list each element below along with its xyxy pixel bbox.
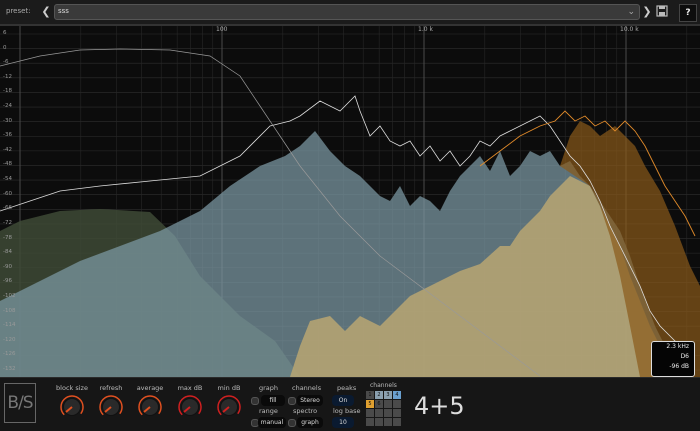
y-tick-label: -66 [3,205,12,212]
channel-cell[interactable] [366,418,374,426]
channel-cell[interactable] [393,409,401,417]
knob-dial-icon [99,395,123,419]
y-tick-label: -84 [3,249,12,256]
y-tick-label: -24 [3,103,12,110]
knob-dial-icon [138,395,162,419]
channel-cell[interactable]: 1 [366,391,374,399]
y-tick-label: -90 [3,263,12,270]
x-tick-label: 100 [216,26,228,33]
channel-cell[interactable] [384,409,392,417]
logbase-button[interactable]: 10 [332,417,354,428]
y-tick-label: -126 [3,351,16,358]
chevron-down-icon: ⌄ [627,7,635,17]
y-tick-label: -108 [3,307,16,314]
preset-label: preset: [6,7,31,15]
channel-cell[interactable] [393,400,401,408]
logo: B/S [4,383,36,423]
y-tick-label: -78 [3,234,12,241]
channel-cell[interactable]: 3 [384,391,392,399]
channel-cell[interactable] [384,418,392,426]
spectro-button[interactable]: graph [297,417,323,428]
readout-level: -96 dB [669,363,689,370]
logbase-label: log base [333,407,361,415]
y-tick-label: -132 [3,366,16,372]
channel-grid-label: channels [370,382,397,389]
prev-preset-button[interactable]: ❮ [40,4,52,20]
y-tick-label: -12 [3,73,12,80]
spectro-led [288,419,296,427]
knob-dial-icon [60,395,84,419]
channels-led [288,397,296,405]
y-tick-label: -60 [3,190,12,197]
y-tick-label: -48 [3,161,12,168]
peaks-label: peaks [337,384,357,392]
knob-label: average [136,384,164,392]
spectrum-graph [0,26,700,377]
spectro-label: spectro [293,407,318,415]
peaks-button[interactable]: On [332,395,354,406]
knob-refresh[interactable]: refresh [93,384,129,430]
channel-cell[interactable] [393,418,401,426]
cursor-readout: 2.3 kHz D6 -96 dB [651,341,695,377]
y-tick-label: -30 [3,117,12,124]
y-tick-label: 6 [3,30,7,36]
knob-dial-icon [178,395,202,419]
y-tick-label: 0 [3,44,7,51]
channels-label: channels [292,384,322,392]
knob-label: min dB [217,384,241,392]
knob-average[interactable]: average [132,384,168,430]
knob-label: block size [56,384,88,392]
preset-select[interactable]: sss ⌄ [54,4,640,20]
y-tick-label: -120 [3,336,16,343]
y-tick-label: -72 [3,219,12,226]
channel-cell[interactable] [366,409,374,417]
x-tick-label: 1.0 k [418,26,433,33]
knob-min-dB[interactable]: min dB [211,384,247,430]
preset-value: sss [58,7,69,15]
y-tick-label: -18 [3,88,12,95]
y-tick-label: -6 [3,59,9,66]
range-button[interactable]: manual [258,417,286,428]
y-tick-label: -102 [3,292,16,299]
y-tick-label: -54 [3,176,12,183]
graph-button[interactable]: fill [261,395,285,406]
channel-cell[interactable]: 4 [393,391,401,399]
graph-label: graph [259,384,279,392]
help-button[interactable]: ? [679,4,697,22]
channel-grid: 1234 56 [366,391,404,429]
knob-label: refresh [99,384,123,392]
readout-frequency: 2.3 kHz [666,343,689,350]
channel-cell[interactable]: 6 [375,400,383,408]
knob-max-dB[interactable]: max dB [172,384,208,430]
next-preset-button[interactable]: ❯ [641,4,653,20]
top-bar: preset: ❮ sss ⌄ ❯ ? [0,0,700,24]
spectrum-plot[interactable]: 6 0 -6 -12 -18 -24 -30 -36 -42 -48 -54 -60 -66 -72 -78… [0,26,700,377]
knob-label: max dB [177,384,203,392]
y-tick-label: -114 [3,322,16,329]
channel-cell[interactable] [375,409,383,417]
channel-cell[interactable] [375,418,383,426]
graph-led [251,397,259,405]
y-tick-label: -36 [3,132,12,139]
control-panel: B/S block size refresh average max dB min dB… [0,377,700,431]
y-tick-label: -42 [3,146,12,153]
channel-cell[interactable]: 5 [366,400,374,408]
channel-summary: 4+5 [414,392,465,420]
range-label: range [259,407,278,415]
knob-dial-icon [217,395,241,419]
channel-cell[interactable] [384,400,392,408]
x-tick-label: 10.0 k [620,26,639,33]
knob-block-size[interactable]: block size [54,384,90,430]
channels-button[interactable]: Stereo [297,395,323,406]
y-tick-label: -96 [3,278,12,285]
save-icon[interactable] [656,5,668,17]
readout-note: D6 [680,353,689,360]
channel-cell[interactable]: 2 [375,391,383,399]
